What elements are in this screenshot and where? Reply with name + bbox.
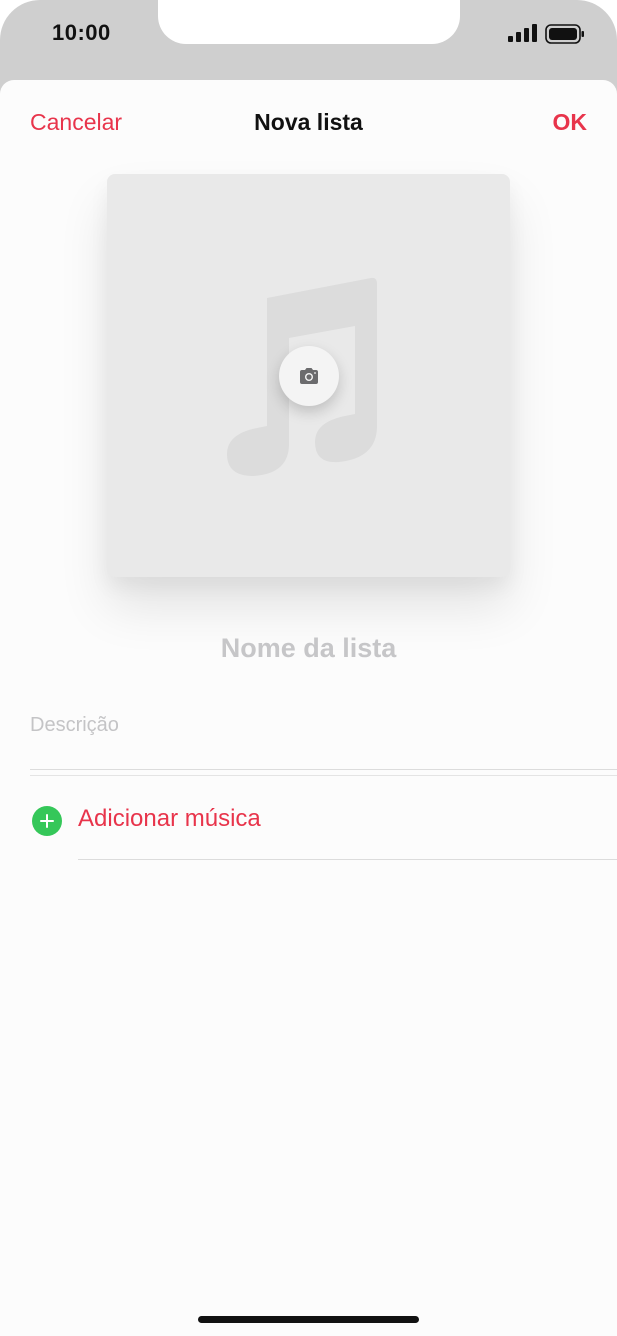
battery-icon	[545, 24, 584, 44]
status-time: 10:00	[52, 20, 111, 45]
playlist-name-field[interactable]: Nome da lista	[0, 633, 617, 664]
home-indicator[interactable]	[198, 1316, 419, 1323]
navigation-bar: Cancelar Nova lista OK	[0, 80, 617, 166]
divider	[30, 775, 617, 776]
status-bar: 10:00	[0, 0, 617, 80]
add-music-label: Adicionar música	[78, 805, 261, 832]
change-artwork-button[interactable]	[279, 346, 339, 406]
divider	[78, 859, 617, 860]
page-title: Nova lista	[254, 109, 363, 135]
plus-circle-icon	[32, 806, 62, 836]
add-music-button[interactable]: Adicionar música	[0, 792, 617, 860]
ok-button[interactable]: OK	[553, 109, 588, 136]
screen-corner-left	[0, 0, 40, 40]
notch	[158, 0, 460, 44]
new-playlist-sheet: Cancelar Nova lista OK Nome da lista Des…	[0, 80, 617, 1336]
divider	[30, 769, 617, 770]
phone-screen: 10:00 Cancelar Nova lista OK Nome da lis…	[0, 0, 617, 1336]
signal-icon	[508, 24, 537, 42]
camera-icon	[300, 368, 318, 384]
playlist-artwork[interactable]	[107, 174, 510, 577]
description-field[interactable]: Descrição	[30, 714, 119, 737]
